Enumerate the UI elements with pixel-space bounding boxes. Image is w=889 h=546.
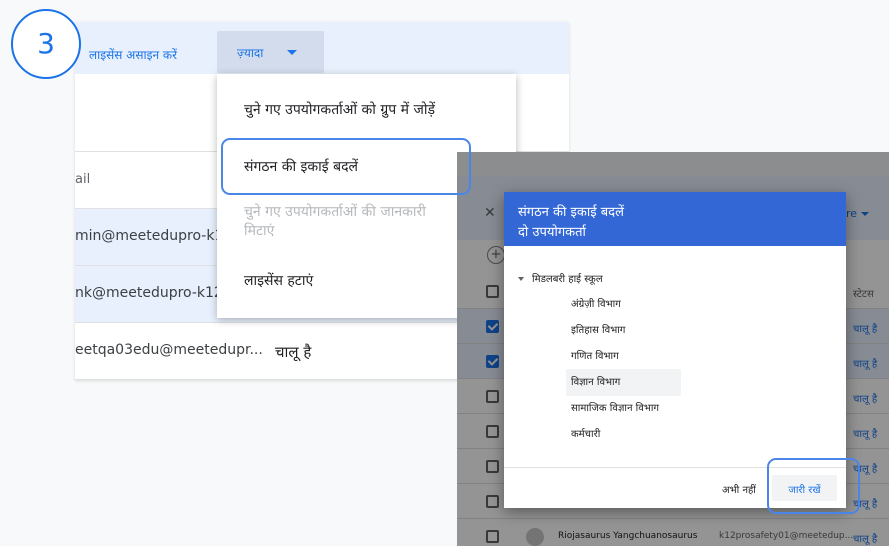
continue-button-label: जारी रखें — [788, 485, 821, 496]
tree-root-label: मिडलबरी हाई स्कूल — [532, 274, 603, 285]
assign-license-link[interactable]: लाइसेंस असाइन करें — [89, 46, 177, 63]
user-status: चालू है — [275, 343, 312, 361]
menu-item-label: चुने गए उपयोगकर्ताओं की जानकारी मिटाएं — [244, 204, 426, 239]
caret-down-icon — [287, 50, 297, 55]
step-badge: 3 — [11, 9, 81, 79]
tree-root-item[interactable]: मिडलबरी हाई स्कूल — [518, 271, 603, 285]
dialog-header: संगठन की इकाई बदलें दो उपयोगकर्ता — [504, 192, 846, 246]
caret-down-icon[interactable] — [518, 277, 524, 281]
more-button[interactable]: ज़्यादा — [217, 31, 324, 73]
step-number: 3 — [37, 27, 55, 60]
user-email: nk@meetedupro-k12- — [75, 285, 228, 301]
more-button-label: ज़्यादा — [237, 46, 264, 60]
stage: लाइसेंस असाइन करें ज़्यादा ail min@meete… — [0, 0, 889, 546]
dialog-title: संगठन की इकाई बदलें — [518, 205, 624, 220]
tree-item[interactable]: गणित विभाग — [566, 343, 681, 370]
menu-item-label: चुने गए उपयोगकर्ताओं को ग्रुप में जोड़ें — [244, 102, 436, 118]
tree-item[interactable]: इतिहास विभाग — [566, 317, 681, 344]
dialog-subtitle: दो उपयोगकर्ता — [518, 225, 586, 240]
menu-item-add-to-group[interactable]: चुने गए उपयोगकर्ताओं को ग्रुप में जोड़ें — [217, 101, 516, 120]
tree-item[interactable]: सामाजिक विज्ञान विभाग — [566, 395, 681, 422]
change-org-unit-dialog: संगठन की इकाई बदलें दो उपयोगकर्ता मिडलबर… — [504, 192, 846, 508]
tree-item[interactable]: अंग्रेज़ी विभाग — [566, 291, 681, 318]
cancel-button[interactable]: अभी नहीं — [722, 482, 756, 496]
user-email: min@meetedupro-k12 — [75, 228, 233, 244]
email-column-header[interactable]: ail — [75, 172, 90, 187]
continue-button[interactable]: जारी रखें — [772, 475, 837, 501]
tree-item-selected[interactable]: विज्ञान विभाग — [566, 369, 681, 396]
tree-item[interactable]: कर्मचारी — [566, 421, 681, 448]
selection-toolbar: लाइसेंस असाइन करें ज़्यादा — [75, 22, 569, 74]
user-email: eetqa03edu@meetedupr... — [75, 342, 263, 358]
